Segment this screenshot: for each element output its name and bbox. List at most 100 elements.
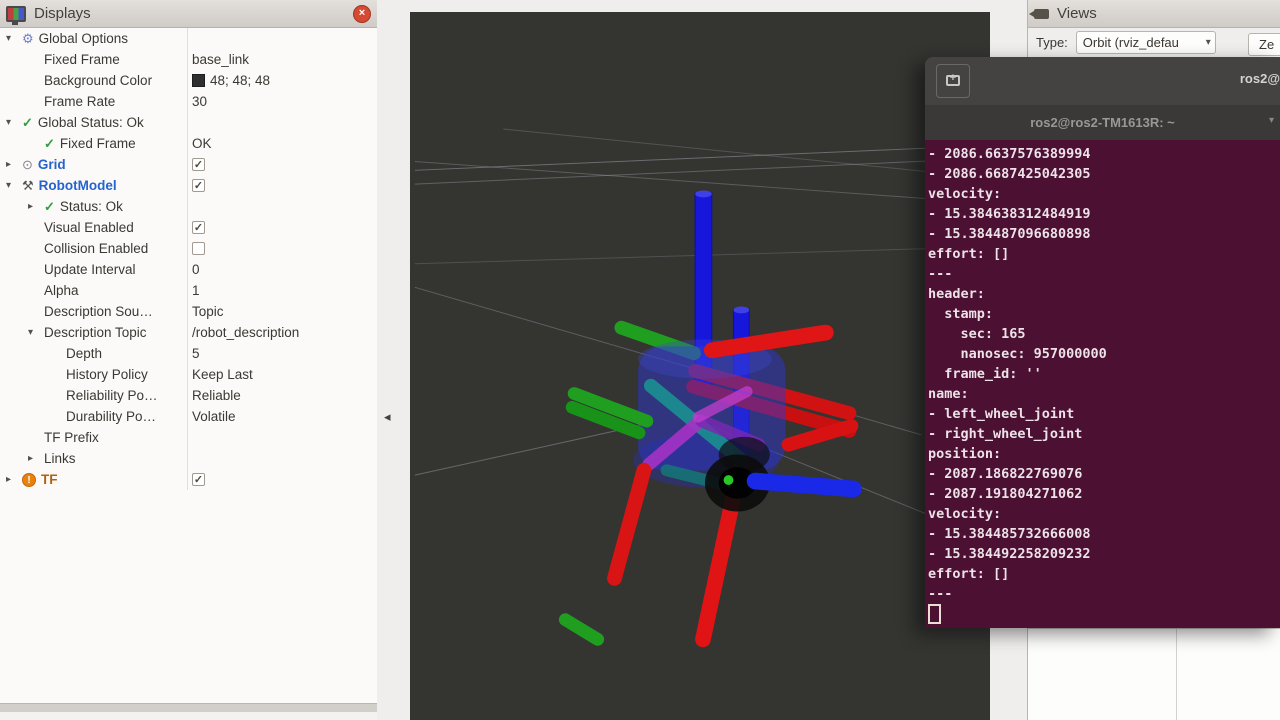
display-row-value[interactable]: /robot_description [192, 325, 299, 340]
display-row-name-cell[interactable]: Fixed Frame [0, 133, 188, 154]
row-checkbox[interactable] [192, 179, 205, 192]
display-row[interactable]: Depth 5 [0, 343, 377, 364]
display-row-name-cell[interactable]: Alpha [0, 280, 188, 301]
display-row-name-cell[interactable]: Description Sou… [0, 301, 188, 322]
display-row[interactable]: RobotModel [0, 175, 377, 196]
display-row-value-cell[interactable]: Reliable [188, 388, 377, 403]
display-row[interactable]: Global Status: Ok [0, 112, 377, 133]
display-row-name-cell[interactable]: Grid [0, 154, 188, 175]
panel-collapse-arrow-icon[interactable]: ◂ [384, 409, 391, 425]
expand-arrow-icon[interactable] [6, 180, 22, 191]
row-checkbox[interactable] [192, 473, 205, 486]
display-row-name-cell[interactable]: Collision Enabled [0, 238, 188, 259]
display-row-name-cell[interactable]: Status: Ok [0, 196, 188, 217]
display-row-value-cell[interactable] [188, 221, 377, 234]
display-row-name-cell[interactable]: History Policy [0, 364, 188, 385]
display-row-name-cell[interactable]: Background Color [0, 70, 188, 91]
expand-arrow-icon[interactable] [6, 474, 22, 485]
display-row[interactable]: TF [0, 469, 377, 490]
display-row-value[interactable]: 5 [192, 346, 200, 361]
display-row[interactable]: Durability Po… Volatile [0, 406, 377, 427]
display-row[interactable]: Description Topic /robot_description [0, 322, 377, 343]
display-row-value[interactable]: 1 [192, 283, 200, 298]
display-row-value-cell[interactable]: Volatile [188, 409, 377, 424]
expand-arrow-icon[interactable] [28, 327, 44, 338]
display-row-value[interactable]: base_link [192, 52, 249, 67]
display-row-name-cell[interactable]: RobotModel [0, 175, 188, 196]
display-row-value-cell[interactable]: 48; 48; 48 [188, 73, 377, 88]
display-row-value-cell[interactable]: 1 [188, 283, 377, 298]
viewport-canvas[interactable] [410, 12, 990, 720]
display-row-value[interactable]: 48; 48; 48 [210, 73, 270, 88]
display-row-name-cell[interactable]: Global Status: Ok [0, 112, 188, 133]
display-row[interactable]: Update Interval 0 [0, 259, 377, 280]
displays-panel-titlebar[interactable]: Displays × [0, 0, 377, 28]
display-row[interactable]: Collision Enabled [0, 238, 377, 259]
terminal-titlebar[interactable]: + ros2@ [925, 57, 1280, 106]
display-row-value[interactable]: 0 [192, 262, 200, 277]
expand-arrow-icon[interactable] [6, 159, 22, 170]
display-row-name-cell[interactable]: Update Interval [0, 259, 188, 280]
display-row[interactable]: Global Options [0, 28, 377, 49]
display-row[interactable]: TF Prefix [0, 427, 377, 448]
display-row[interactable]: Frame Rate 30 [0, 91, 377, 112]
display-row-value[interactable]: Keep Last [192, 367, 253, 382]
display-row-value-cell[interactable]: OK [188, 136, 377, 151]
display-row-value[interactable]: Topic [192, 304, 224, 319]
display-row-value-cell[interactable] [188, 158, 377, 171]
tab-list-chevron-icon[interactable]: ▾ [1269, 115, 1274, 126]
display-row-value[interactable]: Volatile [192, 409, 236, 424]
display-row-value[interactable]: 30 [192, 94, 207, 109]
expand-arrow-icon[interactable] [6, 117, 22, 128]
expand-arrow-icon[interactable] [6, 33, 22, 44]
row-checkbox[interactable] [192, 242, 205, 255]
expand-arrow-icon[interactable] [28, 453, 44, 464]
display-row[interactable]: Background Color 48; 48; 48 [0, 70, 377, 91]
display-row-value[interactable]: OK [192, 136, 212, 151]
display-row-name-cell[interactable]: TF Prefix [0, 427, 188, 448]
views-list[interactable] [1028, 628, 1280, 720]
display-row-name-cell[interactable]: Durability Po… [0, 406, 188, 427]
display-row-value-cell[interactable]: 0 [188, 262, 377, 277]
row-checkbox[interactable] [192, 158, 205, 171]
display-row[interactable]: Status: Ok [0, 196, 377, 217]
display-row-value-cell[interactable] [188, 179, 377, 192]
display-row-name-cell[interactable]: Frame Rate [0, 91, 188, 112]
display-row[interactable]: Fixed Frame OK [0, 133, 377, 154]
terminal-tab-title[interactable]: ros2@ros2-TM1613R: ~ [1030, 115, 1175, 130]
expand-arrow-icon[interactable] [28, 201, 44, 212]
close-icon[interactable]: × [353, 5, 371, 23]
display-row[interactable]: Alpha 1 [0, 280, 377, 301]
display-row-name-cell[interactable]: Description Topic [0, 322, 188, 343]
display-row-value-cell[interactable] [188, 473, 377, 486]
3d-viewport[interactable] [410, 12, 990, 720]
views-panel-titlebar[interactable]: Views [1028, 0, 1280, 28]
display-row-value-cell[interactable] [188, 242, 377, 255]
display-row-value-cell[interactable]: /robot_description [188, 325, 377, 340]
display-row[interactable]: History Policy Keep Last [0, 364, 377, 385]
terminal-content[interactable]: - 2086.6637576389994 - 2086.668742504230… [925, 140, 1280, 628]
new-tab-button[interactable]: + [936, 64, 970, 98]
display-row[interactable]: Fixed Frame base_link [0, 49, 377, 70]
display-row-name-cell[interactable]: Depth [0, 343, 188, 364]
display-row-name-cell[interactable]: Fixed Frame [0, 49, 188, 70]
display-row[interactable]: Description Sou… Topic [0, 301, 377, 322]
display-row-value-cell[interactable]: Keep Last [188, 367, 377, 382]
display-row-value-cell[interactable]: 30 [188, 94, 377, 109]
display-row[interactable]: Visual Enabled [0, 217, 377, 238]
zero-button[interactable]: Ze [1248, 33, 1280, 56]
row-checkbox[interactable] [192, 221, 205, 234]
terminal-tab-bar[interactable]: ros2@ros2-TM1613R: ~ ▾ [925, 105, 1280, 140]
display-row-value-cell[interactable]: Topic [188, 304, 377, 319]
display-row-name-cell[interactable]: Reliability Po… [0, 385, 188, 406]
display-row[interactable]: Links [0, 448, 377, 469]
display-row-name-cell[interactable]: Links [0, 448, 188, 469]
display-row-name-cell[interactable]: TF [0, 469, 188, 490]
view-type-dropdown[interactable]: Orbit (rviz_defau ▾ [1076, 31, 1216, 54]
display-row-name-cell[interactable]: Global Options [0, 28, 188, 49]
display-row[interactable]: Reliability Po… Reliable [0, 385, 377, 406]
terminal-window[interactable]: + ros2@ ros2@ros2-TM1613R: ~ ▾ - 2086.66… [925, 57, 1280, 628]
display-row-value-cell[interactable]: base_link [188, 52, 377, 67]
display-row-value-cell[interactable]: 5 [188, 346, 377, 361]
display-row[interactable]: Grid [0, 154, 377, 175]
